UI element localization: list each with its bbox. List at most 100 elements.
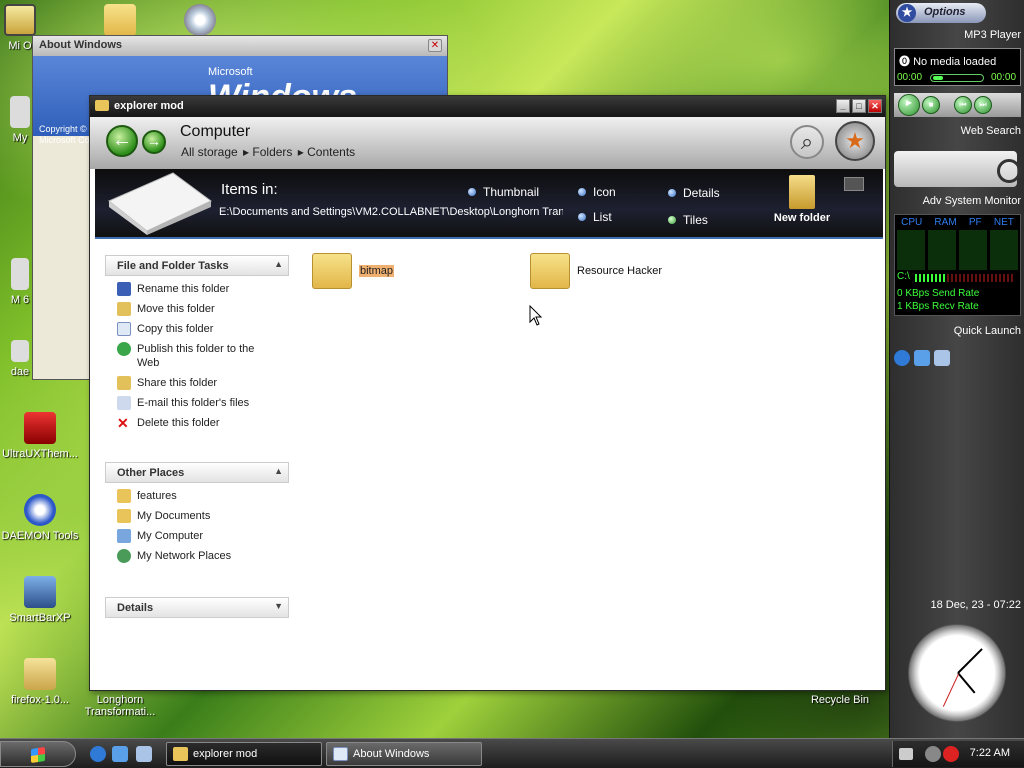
- favorites-star-icon[interactable]: ★: [835, 121, 875, 161]
- folder-icon[interactable]: [530, 253, 570, 289]
- panel-header[interactable]: Details ▼: [105, 597, 289, 618]
- keyboard-icon[interactable]: [899, 748, 913, 760]
- recycle-bin[interactable]: Recycle Bin: [800, 694, 880, 706]
- view-thumbnail[interactable]: Thumbnail: [468, 185, 539, 199]
- desktop-icon-label: Longhorn Transformati...: [84, 694, 156, 718]
- panel-header[interactable]: File and Folder Tasks ▲: [105, 255, 289, 276]
- search-icon[interactable]: [997, 159, 1021, 183]
- back-button[interactable]: ←: [106, 125, 138, 157]
- ie-icon[interactable]: [90, 746, 106, 762]
- close-button[interactable]: ✕: [868, 99, 882, 113]
- view-icon[interactable]: Icon: [578, 185, 616, 199]
- panel-title: Other Places: [117, 467, 185, 479]
- stop-button[interactable]: ■: [922, 96, 940, 114]
- content-area: File and Folder Tasks ▲ Rename this fold…: [90, 239, 885, 690]
- folder-icon[interactable]: [312, 253, 352, 289]
- my-documents-icon: [117, 509, 131, 523]
- breadcrumb-item[interactable]: All storage: [181, 145, 238, 159]
- close-button[interactable]: ✕: [428, 39, 442, 52]
- options-button[interactable]: ★ Options: [896, 3, 986, 23]
- chevron-down-icon[interactable]: ▼: [274, 601, 283, 611]
- forward-button[interactable]: →: [142, 130, 166, 154]
- system-monitor-label: Adv System Monitor: [922, 195, 1021, 207]
- task-delete[interactable]: ✕ Delete this folder: [117, 416, 277, 430]
- desktop-icon[interactable]: SmartBarXP: [0, 576, 80, 624]
- clock-hour-hand: [957, 672, 976, 694]
- shield-icon[interactable]: [943, 746, 959, 762]
- my-documents-icon: [10, 96, 30, 128]
- cd-icon: [184, 4, 216, 36]
- desktop-icon-label: DAEMON Tools: [1, 530, 79, 542]
- taskbar: explorer mod About Windows 7:22 AM: [0, 738, 1024, 768]
- desktop-icon[interactable]: Longhorn Transformati...: [80, 694, 160, 718]
- view-tiles[interactable]: Tiles: [668, 213, 708, 227]
- network-icon: [117, 549, 131, 563]
- next-button[interactable]: ⏭: [974, 96, 992, 114]
- ie-icon[interactable]: [894, 350, 910, 366]
- app-icon: [11, 258, 29, 290]
- window-title[interactable]: About Windows: [33, 36, 447, 56]
- title-bar[interactable]: explorer mod _ □ ✕: [90, 96, 885, 117]
- current-path: E:\Documents and Settings\VM2.COLLABNET\…: [219, 206, 563, 218]
- ie-icon[interactable]: [112, 746, 128, 762]
- other-places-panel: Other Places ▲ features My Documents My …: [105, 462, 289, 575]
- show-desktop-icon[interactable]: [136, 746, 152, 762]
- web-search-input[interactable]: [894, 151, 1021, 187]
- place-features[interactable]: features: [117, 489, 277, 503]
- taskbar-button-about[interactable]: About Windows: [326, 742, 482, 766]
- mp3-player: ⓿ No media loaded 00:00 00:00: [894, 48, 1021, 86]
- analog-clock: [908, 624, 1006, 722]
- maximize-button[interactable]: □: [852, 99, 866, 113]
- place-my-computer[interactable]: My Computer: [117, 529, 277, 543]
- drive-icon: [108, 172, 212, 235]
- email-icon: [117, 396, 131, 410]
- view-list[interactable]: List: [578, 210, 612, 224]
- start-button[interactable]: [0, 741, 76, 767]
- desktop-icon[interactable]: UltraUXThem...: [0, 412, 80, 460]
- chevron-up-icon[interactable]: ▲: [274, 466, 283, 476]
- chevron-up-icon[interactable]: ▲: [274, 259, 283, 269]
- place-network[interactable]: My Network Places: [117, 549, 277, 563]
- computer-icon: [117, 529, 131, 543]
- task-rename[interactable]: Rename this folder: [117, 282, 277, 296]
- panel-header[interactable]: Other Places ▲: [105, 462, 289, 483]
- mp3-progress[interactable]: [930, 74, 984, 82]
- windows-flag-icon: [31, 747, 45, 763]
- task-copy[interactable]: Copy this folder: [117, 322, 277, 336]
- desktop-icon[interactable]: [934, 350, 950, 366]
- task-move[interactable]: Move this folder: [117, 302, 277, 316]
- star-icon: ★: [898, 4, 916, 22]
- search-icon[interactable]: ⌕: [790, 125, 824, 159]
- file-name[interactable]: Resource Hacker: [577, 265, 662, 277]
- task-publish[interactable]: Publish this folder to the Web: [117, 342, 277, 370]
- prev-button[interactable]: ⏮: [954, 96, 972, 114]
- file-name[interactable]: bitmap: [359, 265, 395, 277]
- drive-free-bar: [947, 274, 1015, 282]
- info-bar: Items in: E:\Documents and Settings\VM2.…: [95, 169, 883, 239]
- logo-microsoft: Microsoft: [208, 66, 253, 78]
- explorer-window[interactable]: explorer mod _ □ ✕ ← → Computer All stor…: [89, 95, 886, 691]
- delete-icon: ✕: [117, 415, 129, 431]
- desktop-icon[interactable]: firefox-1.0...: [0, 658, 80, 706]
- minimize-button[interactable]: _: [836, 99, 850, 113]
- taskbar-button-explorer[interactable]: explorer mod: [166, 742, 322, 766]
- view-details[interactable]: Details: [668, 186, 720, 200]
- desktop-icon[interactable]: DAEMON Tools: [0, 494, 80, 542]
- window-title: explorer mod: [114, 100, 184, 112]
- play-button[interactable]: ▶: [898, 94, 920, 116]
- arrow-icon[interactable]: [925, 746, 941, 762]
- breadcrumb-item[interactable]: Folders: [252, 145, 292, 159]
- ie-icon[interactable]: [914, 350, 930, 366]
- folder-icon: [95, 100, 109, 111]
- system-tray: 7:22 AM: [892, 741, 1024, 767]
- details-panel: Details ▼: [105, 597, 289, 618]
- taskbar-clock[interactable]: 7:22 AM: [970, 747, 1010, 759]
- breadcrumb-item[interactable]: Contents: [307, 145, 355, 159]
- quick-launch-label: Quick Launch: [953, 325, 1021, 337]
- app-icon: [4, 4, 36, 36]
- task-share[interactable]: Share this folder: [117, 376, 277, 390]
- place-my-documents[interactable]: My Documents: [117, 509, 277, 523]
- collapse-button[interactable]: [844, 177, 864, 191]
- new-folder-button[interactable]: New folder: [767, 175, 837, 224]
- task-email[interactable]: E-mail this folder's files: [117, 396, 277, 410]
